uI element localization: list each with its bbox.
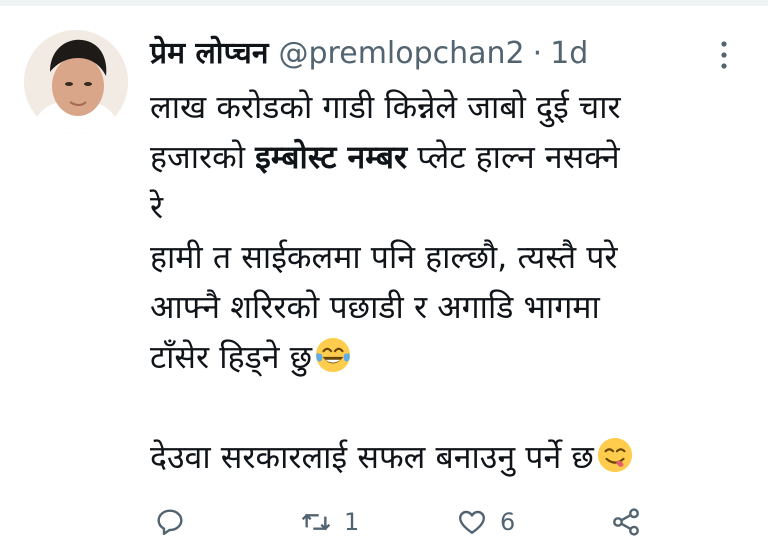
like-button[interactable]: 6 bbox=[456, 502, 515, 542]
tweet-line: आफ्नै शरिरको पछाडी र अगाडि भागमा bbox=[150, 282, 750, 332]
display-name[interactable]: प्रेम लोप्चन bbox=[150, 34, 269, 74]
retweet-button[interactable]: 1 bbox=[300, 502, 359, 542]
text-segment: लाख करोडको गाडी किन्नेले जाबो दुई चार bbox=[150, 88, 621, 126]
top-divider bbox=[0, 0, 768, 6]
tweet-line: रे bbox=[150, 182, 750, 232]
more-options-icon[interactable] bbox=[714, 38, 734, 72]
text-segment: रे bbox=[150, 188, 164, 226]
user-handle[interactable]: @premlopchan2 bbox=[279, 34, 525, 74]
text-segment: हामी त साईकलमा पनि हाल्छौ, त्यस्तै परे bbox=[150, 238, 618, 276]
bold-text: इम्बोस्ट नम्बर bbox=[255, 138, 408, 176]
retweet-icon bbox=[301, 513, 331, 531]
yum-emoji bbox=[597, 437, 632, 473]
text-segment: प्लेट हाल्न नसक्ने bbox=[407, 138, 620, 176]
avatar-photo bbox=[24, 30, 128, 134]
text-segment: आफ्नै शरिरको पछाडी र अगाडि भागमा bbox=[150, 288, 600, 326]
retweet-count: 1 bbox=[344, 508, 360, 536]
like-count: 6 bbox=[500, 508, 516, 536]
tweet-line: टाँसेर हिड्ने छु bbox=[150, 332, 750, 382]
separator-dot: · bbox=[532, 36, 543, 71]
timestamp[interactable]: 1d bbox=[550, 34, 588, 74]
text-segment: देउवा सरकारलाई सफल बनाउनु पर्ने छ bbox=[150, 438, 594, 476]
heart-icon bbox=[459, 510, 485, 534]
avatar[interactable] bbox=[24, 30, 128, 134]
tweet-line: देउवा सरकारलाई सफल बनाउनु पर्ने छ bbox=[150, 432, 750, 482]
tears-of-joy-emoji bbox=[315, 337, 351, 373]
tweet-header: प्रेम लोप्चन @premlopchan2 · 1d bbox=[150, 34, 588, 74]
share-button[interactable] bbox=[610, 502, 654, 542]
reply-icon bbox=[157, 509, 183, 536]
tweet-text: लाख करोडको गाडी किन्नेले जाबो दुई चार हजा… bbox=[150, 82, 750, 482]
tweet-line: हामी त साईकलमा पनि हाल्छौ, त्यस्तै परे bbox=[150, 232, 750, 282]
tweet-line: लाख करोडको गाडी किन्नेले जाबो दुई चार bbox=[150, 82, 750, 132]
tweet-line: हजारको इम्बोस्ट नम्बर प्लेट हाल्न नसक्ने bbox=[150, 132, 750, 182]
reply-button[interactable] bbox=[154, 502, 198, 542]
text-segment: टाँसेर हिड्ने छु bbox=[150, 338, 313, 376]
action-bar: 1 6 bbox=[150, 502, 670, 542]
share-icon bbox=[613, 508, 639, 536]
text-segment: हजारको bbox=[150, 138, 256, 176]
